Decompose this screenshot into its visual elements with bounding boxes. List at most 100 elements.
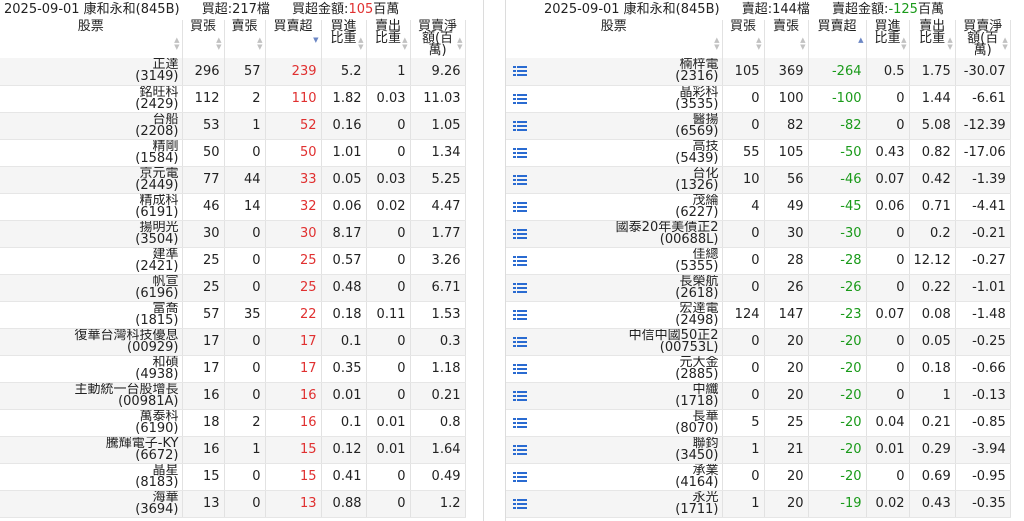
list-icon[interactable] — [513, 282, 527, 293]
stock-cell[interactable]: 精剛 (1584) — [0, 139, 183, 167]
stock-cell[interactable]: 富喬 (1815) — [0, 301, 183, 329]
col-header-buy[interactable]: 買張 ▲ ▼ — [722, 20, 765, 58]
stock-cell[interactable]: 承業 (4164) — [534, 463, 723, 491]
list-icon[interactable] — [513, 444, 527, 455]
col-header-sell[interactable]: 賣張 ▲ ▼ — [764, 20, 809, 58]
list-icon[interactable] — [513, 390, 527, 401]
stock-cell[interactable]: 宏達電 (2498) — [534, 301, 723, 329]
table-row[interactable]: 承業 (4164) 0 20 -20 0 0.69 -0.95 — [506, 463, 1011, 491]
row-detail-cell[interactable] — [506, 247, 534, 275]
list-icon[interactable] — [513, 66, 527, 77]
table-row[interactable]: 茂綸 (6227) 4 49 -45 0.06 0.71 -4.41 — [506, 193, 1011, 221]
list-icon[interactable] — [513, 120, 527, 131]
stock-cell[interactable]: 建準 (2421) — [0, 247, 183, 275]
table-row[interactable]: 京元電 (2449) 77 44 33 0.05 0.03 5.25 — [0, 166, 466, 194]
col-header-buy[interactable]: 買張 ▲ ▼ — [182, 20, 225, 58]
table-row[interactable]: 富喬 (1815) 57 35 22 0.18 0.11 1.53 — [0, 301, 466, 329]
list-icon[interactable] — [513, 228, 527, 239]
stock-cell[interactable]: 佳總 (5355) — [534, 247, 723, 275]
stock-cell[interactable]: 京元電 (2449) — [0, 166, 183, 194]
row-detail-cell[interactable] — [506, 436, 534, 464]
stock-cell[interactable]: 長華 (8070) — [534, 409, 723, 437]
stock-cell[interactable]: 台船 (2208) — [0, 112, 183, 140]
table-row[interactable]: 帆宣 (6196) 25 0 25 0.48 0 6.71 — [0, 274, 466, 302]
stock-cell[interactable]: 中信中國50正2 (00753L) — [534, 328, 723, 356]
stock-cell[interactable]: 楠梓電 (2316) — [534, 58, 723, 86]
col-header-sell[interactable]: 賣張 ▲ ▼ — [224, 20, 266, 58]
row-detail-cell[interactable] — [506, 85, 534, 113]
col-header-buy-ratio[interactable]: 買進比重 ▲ ▼ — [866, 20, 910, 58]
list-icon[interactable] — [513, 309, 527, 320]
stock-cell[interactable]: 聯鈞 (3450) — [534, 436, 723, 464]
table-row[interactable]: 主動統一台股增長 (00981A) 16 0 16 0.01 0 0.21 — [0, 382, 466, 410]
col-header-sell-ratio[interactable]: 賣出比重 ▲ ▼ — [366, 20, 411, 58]
table-row[interactable]: 揚明光 (3504) 30 0 30 8.17 0 1.77 — [0, 220, 466, 248]
stock-cell[interactable]: 醫揚 (6569) — [534, 112, 723, 140]
stock-cell[interactable]: 長榮航 (2618) — [534, 274, 723, 302]
table-row[interactable]: 長榮航 (2618) 0 26 -26 0 0.22 -1.01 — [506, 274, 1011, 302]
stock-cell[interactable]: 茂綸 (6227) — [534, 193, 723, 221]
row-detail-cell[interactable] — [506, 112, 534, 140]
stock-cell[interactable]: 帆宣 (6196) — [0, 274, 183, 302]
stock-cell[interactable]: 中纖 (1718) — [534, 382, 723, 410]
stock-cell[interactable]: 精成科 (6191) — [0, 193, 183, 221]
stock-cell[interactable]: 銘旺科 (2429) — [0, 85, 183, 113]
table-row[interactable]: 海華 (3694) 13 0 13 0.88 0 1.2 — [0, 490, 466, 518]
table-row[interactable]: 長華 (8070) 5 25 -20 0.04 0.21 -0.85 — [506, 409, 1011, 437]
stock-cell[interactable]: 揚明光 (3504) — [0, 220, 183, 248]
row-detail-cell[interactable] — [506, 382, 534, 410]
list-icon[interactable] — [513, 255, 527, 266]
table-row[interactable]: 楠梓電 (2316) 105 369 -264 0.5 1.75 -30.07 — [506, 58, 1011, 86]
col-header-net[interactable]: 買賣超 ▲ — [808, 20, 867, 58]
stock-cell[interactable]: 主動統一台股增長 (00981A) — [0, 382, 183, 410]
table-row[interactable]: 騰輝電子-KY (6672) 16 1 15 0.12 0.01 1.64 — [0, 436, 466, 464]
table-row[interactable]: 台船 (2208) 53 1 52 0.16 0 1.05 — [0, 112, 466, 140]
row-detail-cell[interactable] — [506, 58, 534, 86]
table-row[interactable]: 晶彩科 (3535) 0 100 -100 0 1.44 -6.61 — [506, 85, 1011, 113]
table-row[interactable]: 晶星 (8183) 15 0 15 0.41 0 0.49 — [0, 463, 466, 491]
table-row[interactable]: 銘旺科 (2429) 112 2 110 1.82 0.03 11.03 — [0, 85, 466, 113]
stock-cell[interactable]: 復華台灣科技優息 (00929) — [0, 328, 183, 356]
stock-cell[interactable]: 高技 (5439) — [534, 139, 723, 167]
stock-cell[interactable]: 晶星 (8183) — [0, 463, 183, 491]
row-detail-cell[interactable] — [506, 463, 534, 491]
table-row[interactable]: 高技 (5439) 55 105 -50 0.43 0.82 -17.06 — [506, 139, 1011, 167]
table-row[interactable]: 宏達電 (2498) 124 147 -23 0.07 0.08 -1.48 — [506, 301, 1011, 329]
table-row[interactable]: 復華台灣科技優息 (00929) 17 0 17 0.1 0 0.3 — [0, 328, 466, 356]
stock-cell[interactable]: 台化 (1326) — [534, 166, 723, 194]
row-detail-cell[interactable] — [506, 355, 534, 383]
stock-cell[interactable]: 永光 (1711) — [534, 490, 723, 518]
col-header-stock[interactable]: 股票 ▲ ▼ — [506, 20, 723, 58]
stock-cell[interactable]: 騰輝電子-KY (6672) — [0, 436, 183, 464]
list-icon[interactable] — [513, 174, 527, 185]
row-detail-cell[interactable] — [506, 328, 534, 356]
list-icon[interactable] — [513, 336, 527, 347]
table-row[interactable]: 聯鈞 (3450) 1 21 -20 0.01 0.29 -3.94 — [506, 436, 1011, 464]
row-detail-cell[interactable] — [506, 301, 534, 329]
table-row[interactable]: 萬泰科 (6190) 18 2 16 0.1 0.01 0.8 — [0, 409, 466, 437]
stock-cell[interactable]: 和碩 (4938) — [0, 355, 183, 383]
table-row[interactable]: 佳總 (5355) 0 28 -28 0 12.12 -0.27 — [506, 247, 1011, 275]
col-header-stock[interactable]: 股票 ▲ ▼ — [0, 20, 183, 58]
col-header-amount[interactable]: 買賣淨額(百萬) ▲ ▼ — [410, 20, 466, 58]
col-header-sell-ratio[interactable]: 賣出比重 ▲ ▼ — [909, 20, 956, 58]
stock-cell[interactable]: 元大金 (2885) — [534, 355, 723, 383]
stock-cell[interactable]: 正達 (3149) — [0, 58, 183, 86]
table-row[interactable]: 建準 (2421) 25 0 25 0.57 0 3.26 — [0, 247, 466, 275]
row-detail-cell[interactable] — [506, 166, 534, 194]
table-row[interactable]: 和碩 (4938) 17 0 17 0.35 0 1.18 — [0, 355, 466, 383]
table-row[interactable]: 正達 (3149) 296 57 239 5.2 1 9.26 — [0, 58, 466, 86]
table-row[interactable]: 醫揚 (6569) 0 82 -82 0 5.08 -12.39 — [506, 112, 1011, 140]
col-header-net[interactable]: 買賣超 ▼ — [265, 20, 322, 58]
row-detail-cell[interactable] — [506, 139, 534, 167]
col-header-amount[interactable]: 買賣淨額(百萬) ▲ ▼ — [955, 20, 1011, 58]
table-row[interactable]: 國泰20年美債正2 (00688L) 0 30 -30 0 0.2 -0.21 — [506, 220, 1011, 248]
list-icon[interactable] — [513, 93, 527, 104]
row-detail-cell[interactable] — [506, 274, 534, 302]
table-row[interactable]: 中信中國50正2 (00753L) 0 20 -20 0 0.05 -0.25 — [506, 328, 1011, 356]
row-detail-cell[interactable] — [506, 220, 534, 248]
list-icon[interactable] — [513, 471, 527, 482]
row-detail-cell[interactable] — [506, 193, 534, 221]
table-row[interactable]: 中纖 (1718) 0 20 -20 0 1 -0.13 — [506, 382, 1011, 410]
stock-cell[interactable]: 海華 (3694) — [0, 490, 183, 518]
